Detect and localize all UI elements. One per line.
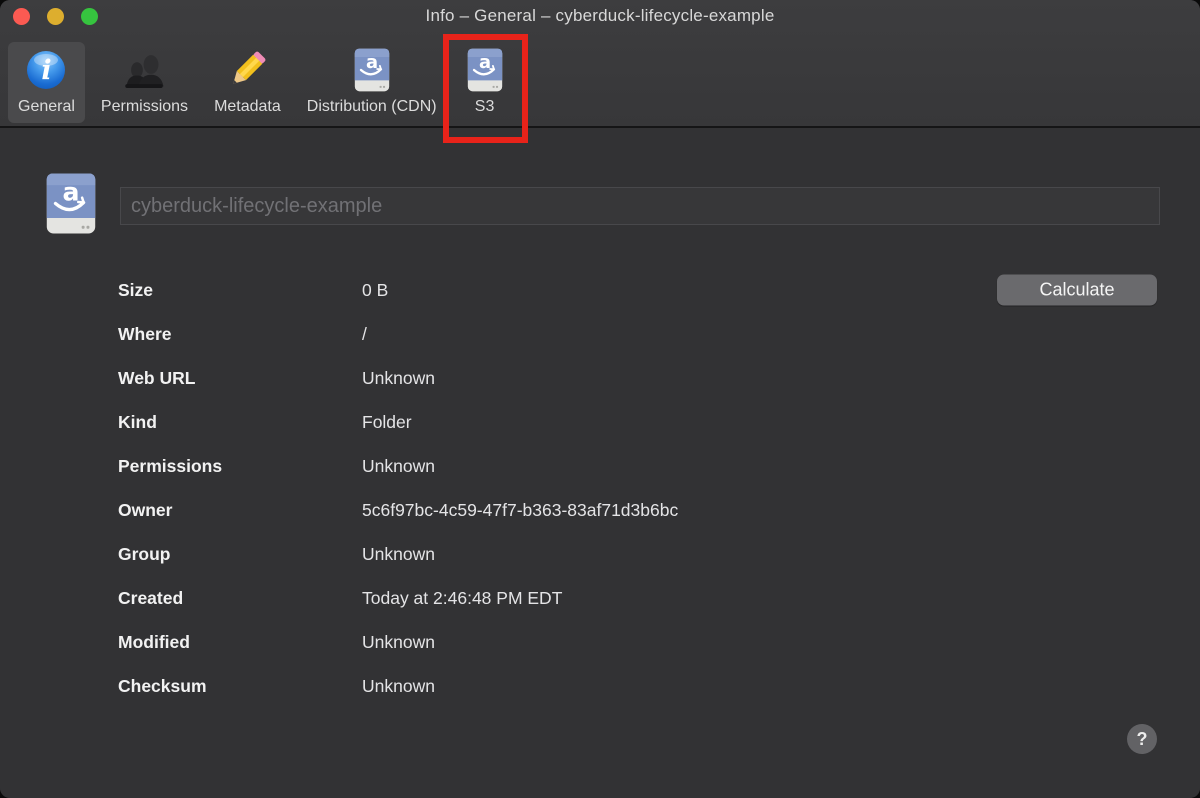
tab-s3[interactable]: S3	[453, 42, 517, 123]
tab-label: S3	[475, 98, 495, 116]
row-label: Created	[118, 588, 362, 609]
row-group: Group Unknown	[0, 532, 1200, 576]
amazon-drive-icon	[463, 47, 507, 93]
row-label: Kind	[118, 412, 362, 433]
row-kind: Kind Folder	[0, 400, 1200, 444]
row-label: Size	[118, 280, 362, 301]
row-created: Created Today at 2:46:48 PM EDT	[0, 576, 1200, 620]
row-value: Folder	[362, 412, 1200, 433]
help-button[interactable]: ?	[1127, 724, 1157, 754]
tab-label: Distribution (CDN)	[307, 98, 437, 116]
window-chrome: Info – General – cyberduck-lifecycle-exa…	[0, 0, 1200, 128]
amazon-drive-icon	[350, 47, 394, 93]
row-web-url: Web URL Unknown	[0, 356, 1200, 400]
row-value: Unknown	[362, 676, 1200, 697]
row-label: Group	[118, 544, 362, 565]
info-icon: i	[27, 47, 65, 93]
row-value: Unknown	[362, 632, 1200, 653]
row-where: Where /	[0, 312, 1200, 356]
calculate-button[interactable]: Calculate	[997, 275, 1157, 306]
row-value: Today at 2:46:48 PM EDT	[362, 588, 1200, 609]
file-header: cyberduck-lifecycle-example	[0, 128, 1200, 240]
filename-field[interactable]: cyberduck-lifecycle-example	[120, 187, 1160, 225]
toolbar: i General Permissions Metadata	[0, 32, 1200, 126]
people-icon	[119, 47, 169, 93]
tab-label: Permissions	[101, 98, 188, 116]
row-label: Checksum	[118, 676, 362, 697]
row-value: Unknown	[362, 368, 1200, 389]
row-checksum: Checksum Unknown	[0, 664, 1200, 708]
pencil-icon	[224, 47, 270, 93]
info-window: Info – General – cyberduck-lifecycle-exa…	[0, 0, 1200, 798]
row-label: Web URL	[118, 368, 362, 389]
tab-distribution-cdn[interactable]: Distribution (CDN)	[297, 42, 447, 123]
row-modified: Modified Unknown	[0, 620, 1200, 664]
row-size: Size 0 B Calculate	[0, 268, 1200, 312]
info-rows: Size 0 B Calculate Where / Web URL Unkno…	[0, 268, 1200, 708]
tab-general[interactable]: i General	[8, 42, 85, 123]
row-label: Owner	[118, 500, 362, 521]
row-owner: Owner 5c6f97bc-4c59-47f7-b363-83af71d3b6…	[0, 488, 1200, 532]
row-label: Modified	[118, 632, 362, 653]
general-panel: cyberduck-lifecycle-example Size 0 B Cal…	[0, 128, 1200, 797]
row-value: 5c6f97bc-4c59-47f7-b363-83af71d3b6bc	[362, 500, 1200, 521]
tab-permissions[interactable]: Permissions	[91, 42, 198, 123]
row-value: Unknown	[362, 544, 1200, 565]
row-label: Permissions	[118, 456, 362, 477]
row-label: Where	[118, 324, 362, 345]
titlebar: Info – General – cyberduck-lifecycle-exa…	[0, 0, 1200, 32]
amazon-drive-icon	[40, 172, 102, 240]
row-permissions: Permissions Unknown	[0, 444, 1200, 488]
row-value: /	[362, 324, 1200, 345]
tab-label: General	[18, 98, 75, 116]
tab-metadata[interactable]: Metadata	[204, 42, 291, 123]
filename-text: cyberduck-lifecycle-example	[131, 195, 382, 218]
tab-label: Metadata	[214, 98, 281, 116]
row-value: Unknown	[362, 456, 1200, 477]
window-title: Info – General – cyberduck-lifecycle-exa…	[0, 6, 1200, 26]
